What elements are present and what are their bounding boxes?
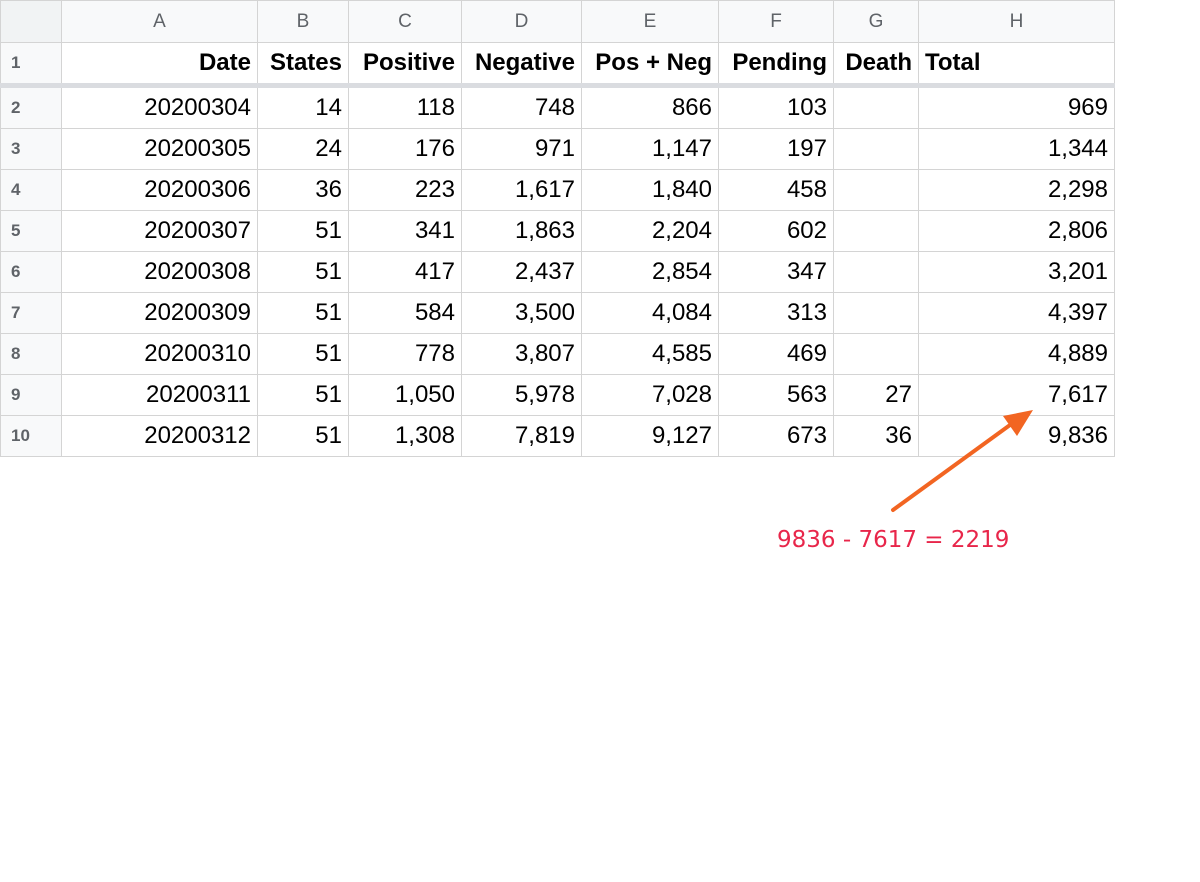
arrow-head — [1003, 410, 1033, 436]
arrow-annotation — [891, 410, 1033, 512]
annotation-text: 9836 - 7617 = 2219 — [777, 527, 1010, 553]
arrow-shaft — [891, 423, 1012, 512]
